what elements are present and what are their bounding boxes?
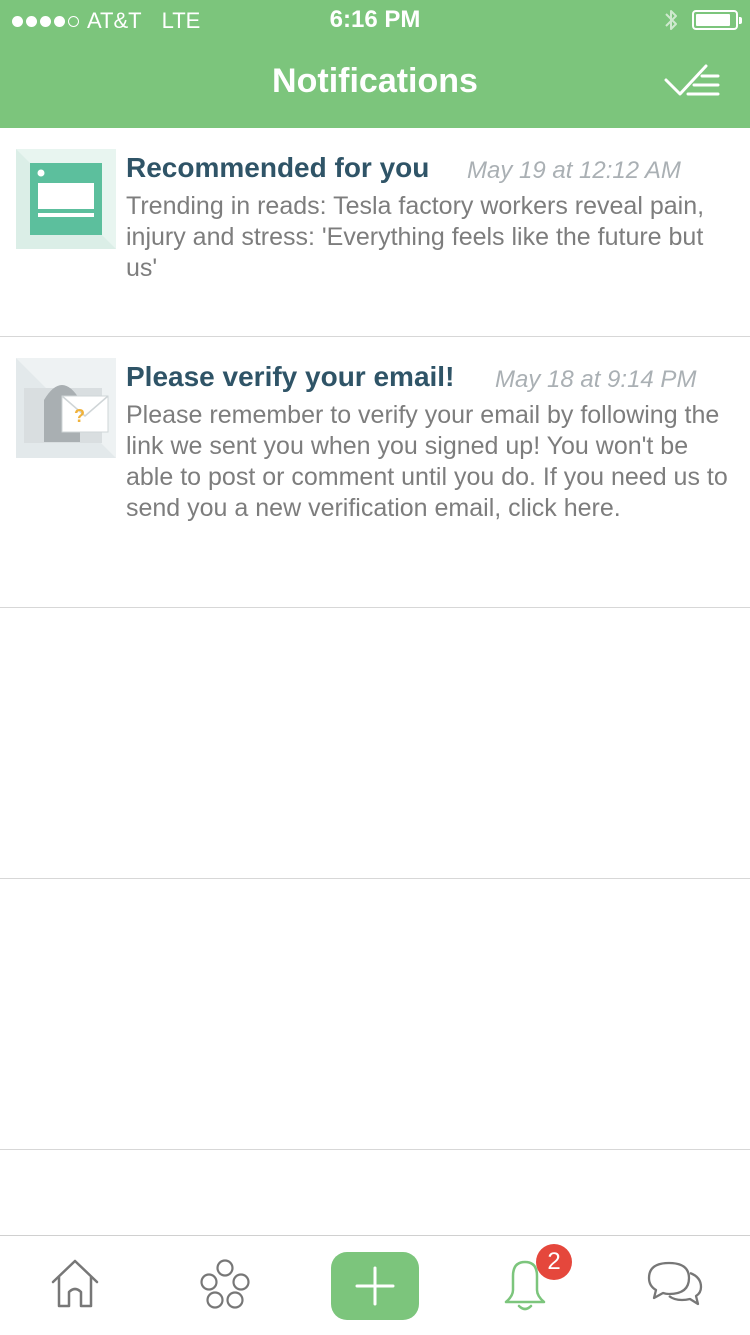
tab-bar: 2 (0, 1235, 750, 1335)
divider (0, 607, 750, 608)
chat-icon[interactable] (646, 1258, 704, 1310)
notification-item[interactable]: ? Please verify your email! May 18 at 9:… (0, 337, 750, 607)
status-bar: AT&T LTE 6:16 PM (0, 0, 750, 40)
plus-icon (355, 1266, 395, 1306)
svg-text:?: ? (74, 406, 85, 426)
home-icon[interactable] (50, 1258, 100, 1310)
notification-body: Please remember to verify your email by … (126, 401, 728, 522)
page-title: Notifications (272, 62, 478, 100)
status-time: 6:16 PM (329, 6, 421, 33)
notification-title: Recommended for you (126, 152, 430, 183)
bluetooth-icon (665, 10, 677, 30)
divider (0, 1149, 750, 1150)
add-post-button[interactable] (331, 1252, 419, 1320)
mark-all-read-icon[interactable] (664, 62, 720, 102)
notification-count-badge: 2 (536, 1244, 572, 1280)
notification-item[interactable]: Recommended for you May 19 at 12:12 AM T… (0, 128, 750, 336)
app-header: AT&T LTE 6:16 PM Notifications (0, 0, 750, 128)
notification-body: Trending in reads: Tesla factory workers… (126, 192, 705, 282)
groups-icon[interactable] (198, 1258, 252, 1310)
divider (0, 878, 750, 879)
notification-timestamp: May 18 at 9:14 PM (495, 366, 697, 393)
notification-timestamp: May 19 at 12:12 AM (467, 157, 681, 184)
battery-icon (692, 10, 742, 30)
notification-title: Please verify your email! (126, 361, 455, 392)
email-verify-icon: ? (16, 358, 116, 458)
article-icon (16, 149, 116, 249)
